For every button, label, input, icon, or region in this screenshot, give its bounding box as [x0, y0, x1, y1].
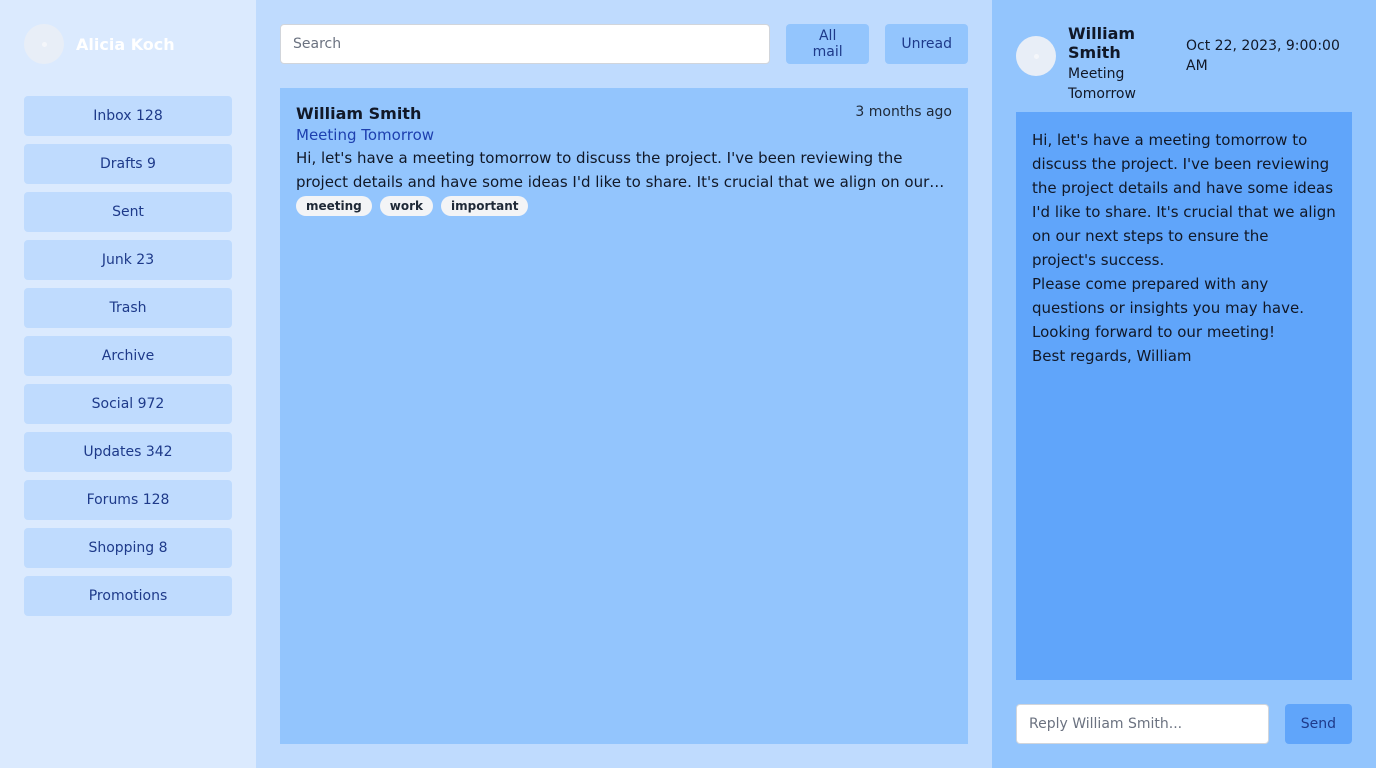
- tag-badge: meeting: [296, 196, 372, 216]
- account-name: Alicia Koch: [76, 34, 175, 54]
- folder-nav: Inbox 128 Drafts 9 Sent Junk 23 Trash Ar…: [24, 96, 232, 616]
- message-paragraph: Looking forward to our meeting!: [1032, 323, 1275, 341]
- mail-subject: Meeting Tomorrow: [296, 126, 435, 144]
- sidebar-item-inbox[interactable]: Inbox 128: [24, 96, 232, 136]
- reader-sender: William Smith: [1068, 24, 1136, 62]
- mail-list-item[interactable]: William Smith 3 months ago Meeting Tomor…: [280, 88, 968, 228]
- sidebar-item-junk[interactable]: Junk 23: [24, 240, 232, 280]
- message-paragraph: Hi, let's have a meeting tomorrow to dis…: [1032, 131, 1336, 269]
- reply-input[interactable]: [1016, 704, 1269, 744]
- all-mail-button[interactable]: All mail: [785, 24, 870, 64]
- mail-toolbar: All mail Unread: [280, 24, 968, 64]
- sidebar-item-promotions[interactable]: Promotions: [24, 576, 232, 616]
- tag-badge: work: [379, 196, 433, 216]
- mail-preview: Hi, let's have a meeting tomorrow to dis…: [296, 149, 930, 191]
- mail-sender: William Smith: [296, 104, 422, 123]
- mail-tags: meeting work important: [296, 196, 952, 216]
- message-paragraph: Best regards, William: [1032, 347, 1192, 365]
- reader-header: William Smith Meeting Tomorrow Oct 22, 2…: [1016, 24, 1352, 102]
- sidebar-item-forums[interactable]: Forums 128: [24, 480, 232, 520]
- sidebar-item-trash[interactable]: Trash: [24, 288, 232, 328]
- reply-row: Send: [1016, 704, 1352, 744]
- mail-list: William Smith 3 months ago Meeting Tomor…: [280, 88, 968, 744]
- sidebar: Alicia Koch Inbox 128 Drafts 9 Sent Junk…: [0, 0, 256, 768]
- sidebar-item-archive[interactable]: Archive: [24, 336, 232, 376]
- sidebar-item-drafts[interactable]: Drafts 9: [24, 144, 232, 184]
- sidebar-item-shopping[interactable]: Shopping 8: [24, 528, 232, 568]
- sidebar-item-social[interactable]: Social 972: [24, 384, 232, 424]
- mail-list-panel: All mail Unread William Smith 3 months a…: [256, 0, 992, 768]
- sidebar-item-updates[interactable]: Updates 342: [24, 432, 232, 472]
- reader-date: Oct 22, 2023, 9:00:00 AM: [1186, 38, 1340, 74]
- account-switcher[interactable]: Alicia Koch: [24, 24, 232, 64]
- mail-reader: William Smith Meeting Tomorrow Oct 22, 2…: [992, 0, 1376, 768]
- avatar-placeholder-icon: [41, 41, 47, 47]
- sidebar-item-sent[interactable]: Sent: [24, 192, 232, 232]
- avatar-placeholder-icon: [1033, 53, 1039, 59]
- send-button[interactable]: Send: [1284, 704, 1352, 744]
- message-body: Hi, let's have a meeting tomorrow to dis…: [1016, 112, 1352, 680]
- search-input[interactable]: [280, 24, 770, 64]
- message-paragraph: Please come prepared with any questions …: [1032, 275, 1304, 317]
- reader-subject: Meeting Tomorrow: [1068, 66, 1136, 102]
- sender-avatar: [1016, 36, 1056, 76]
- tag-badge: important: [441, 196, 529, 216]
- unread-button[interactable]: Unread: [885, 24, 968, 64]
- mail-timestamp: 3 months ago: [855, 104, 952, 120]
- avatar: [24, 24, 64, 64]
